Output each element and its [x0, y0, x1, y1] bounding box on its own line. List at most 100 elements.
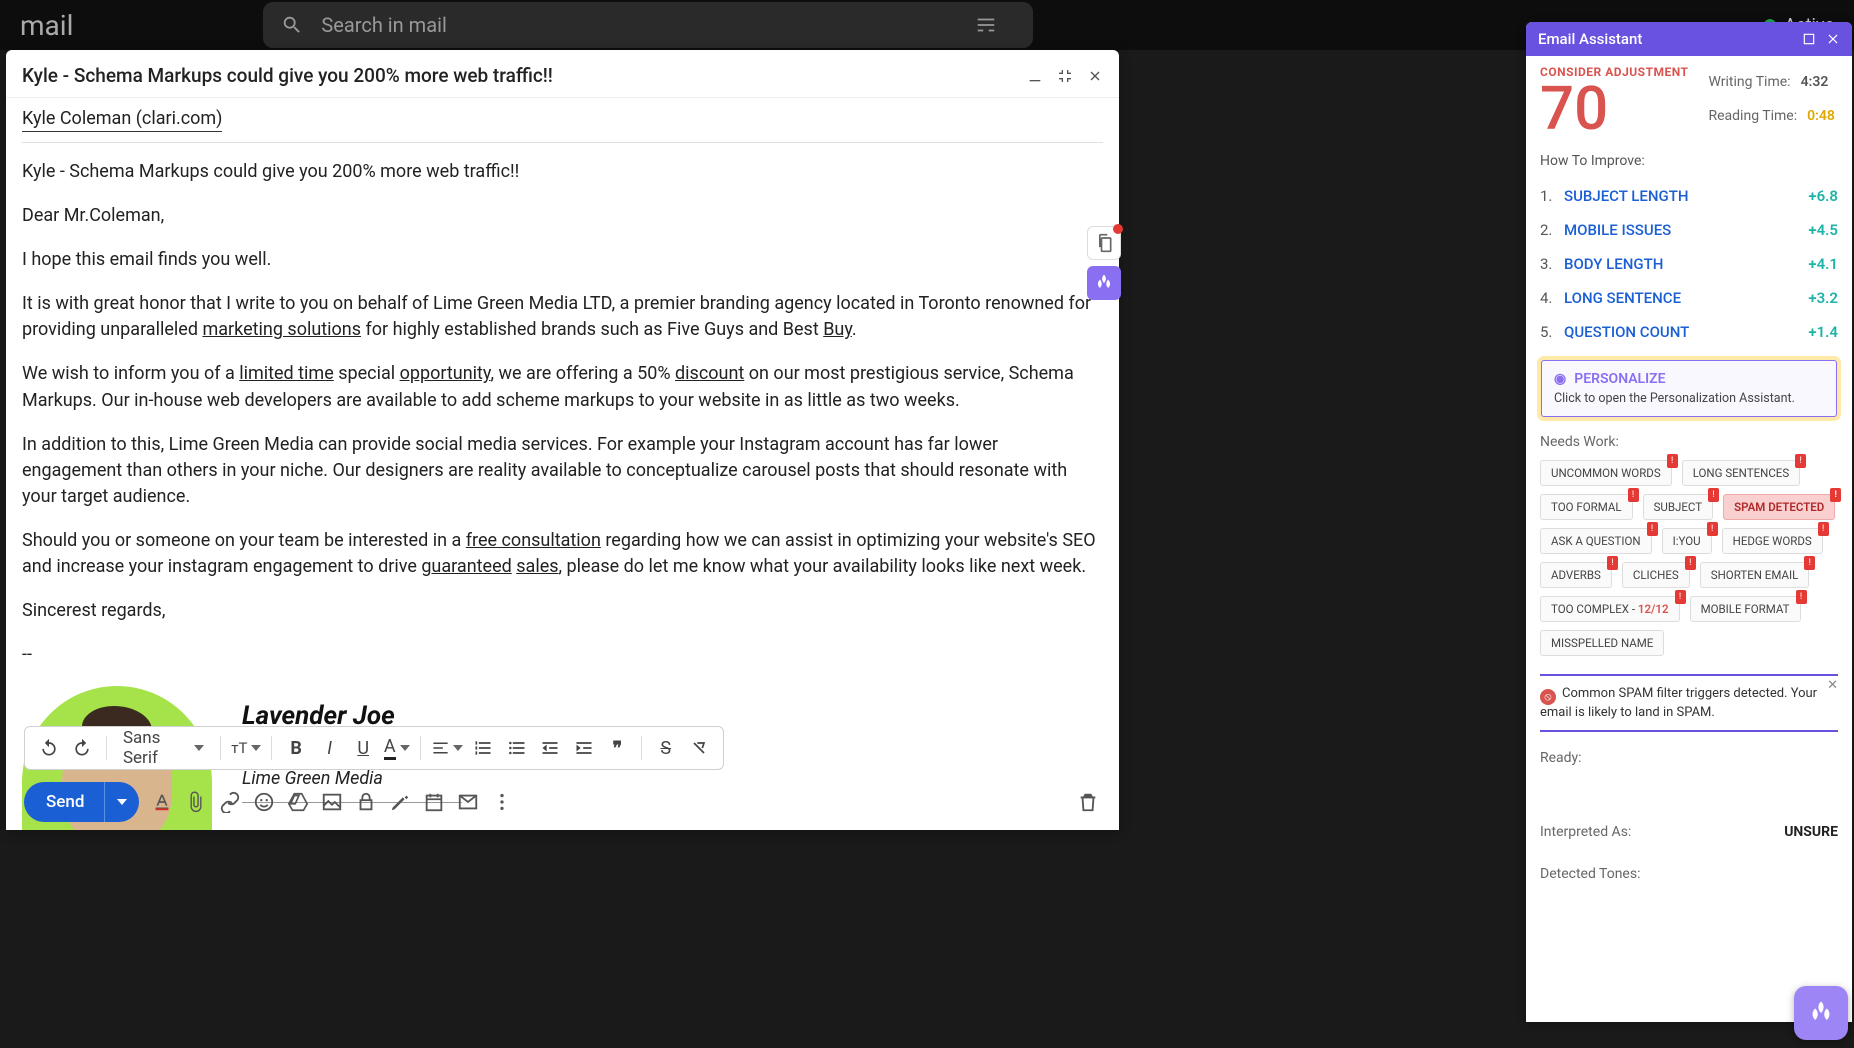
how-to-improve-label: How To Improve: [1540, 153, 1838, 169]
spam-alert: ✕ ⦸Common SPAM filter triggers detected.… [1540, 674, 1838, 732]
flag-icon: ! [1667, 454, 1678, 468]
improve-item[interactable]: 4.LONG SENTENCE+3.2 [1540, 281, 1838, 315]
drive-icon[interactable] [287, 791, 309, 813]
needs-work-chip[interactable]: I:YOU! [1662, 528, 1712, 554]
flag-icon: ! [1708, 488, 1719, 502]
send-options-dropdown[interactable] [104, 782, 139, 822]
signature-icon[interactable] [389, 791, 411, 813]
italic-button[interactable]: I [316, 732, 344, 764]
flag-icon: ! [1628, 488, 1639, 502]
font-select[interactable]: Sans Serif [117, 728, 210, 768]
minimize-icon[interactable] [1027, 68, 1043, 84]
needs-work-chip[interactable]: SPAM DETECTED! [1723, 494, 1835, 520]
trash-icon[interactable] [1077, 791, 1099, 813]
flag-icon: ! [1647, 522, 1658, 536]
numbered-list-button[interactable] [469, 732, 497, 764]
needs-work-chip[interactable]: HEDGE WORDS! [1722, 528, 1823, 554]
align-button[interactable] [431, 732, 463, 764]
improve-item[interactable]: 5.QUESTION COUNT+1.4 [1540, 315, 1838, 349]
close-icon[interactable] [1826, 32, 1840, 46]
needs-work-chip[interactable]: TOO COMPLEX - 12/12! [1540, 596, 1680, 622]
clipboard-button[interactable] [1087, 226, 1121, 260]
strikethrough-button[interactable]: S [652, 732, 680, 764]
improve-item[interactable]: 2.MOBILE ISSUES+4.5 [1540, 213, 1838, 247]
detected-tones-label: Detected Tones: [1540, 866, 1838, 882]
to-field[interactable]: Kyle Coleman (clari.com) [6, 98, 1119, 136]
compose-window: Kyle - Schema Markups could give you 200… [6, 50, 1119, 830]
interpreted-as: Interpreted As: UNSURE [1540, 824, 1838, 840]
needs-work-chip[interactable]: MOBILE FORMAT! [1690, 596, 1801, 622]
reading-time: Reading Time:0:48 [1709, 108, 1835, 124]
chevron-down-icon [117, 799, 127, 805]
confidential-icon[interactable] [355, 791, 377, 813]
bold-button[interactable]: B [282, 732, 310, 764]
search-icon [281, 14, 303, 36]
lavender-icon [1807, 999, 1835, 1027]
close-icon[interactable]: ✕ [1827, 678, 1838, 693]
body-p4: In addition to this, Lime Green Media ca… [22, 432, 1099, 510]
flag-icon: ! [1795, 454, 1806, 468]
popout-icon[interactable] [1802, 32, 1816, 46]
more-icon[interactable] [491, 791, 513, 813]
needs-work-chip[interactable]: SHORTEN EMAIL! [1700, 562, 1810, 588]
needs-work-chip[interactable]: ADVERBS! [1540, 562, 1612, 588]
globe-icon: ◉ [1554, 371, 1566, 387]
needs-work-chip[interactable]: MISSPELLED NAME [1540, 630, 1664, 656]
lavender-fab[interactable] [1794, 986, 1848, 1040]
email-assistant-panel: Email Assistant CONSIDER ADJUSTMENT 70 W… [1526, 22, 1852, 1022]
body-p5: Should you or someone on your team be in… [22, 528, 1099, 580]
improve-item[interactable]: 3.BODY LENGTH+4.1 [1540, 247, 1838, 281]
lavender-icon [1094, 273, 1114, 293]
clear-format-button[interactable] [685, 732, 713, 764]
text-color-button[interactable]: A [383, 732, 411, 764]
indent-more-button[interactable] [570, 732, 598, 764]
needs-work-chips: UNCOMMON WORDS! LONG SENTENCES! TOO FORMAL… [1540, 460, 1838, 656]
flag-icon: ! [1675, 590, 1686, 604]
needs-work-chip[interactable]: CLICHES! [1622, 562, 1690, 588]
flag-icon: ! [1818, 522, 1829, 536]
clipboard-icon [1094, 233, 1114, 253]
personalize-card[interactable]: ◉PERSONALIZE Click to open the Personali… [1540, 359, 1838, 418]
needs-work-chip[interactable]: LONG SENTENCES! [1682, 460, 1801, 486]
flag-icon: ! [1685, 556, 1696, 570]
text-format-icon[interactable] [151, 791, 173, 813]
lavender-button[interactable] [1087, 266, 1121, 300]
stop-icon: ⦸ [1540, 689, 1556, 705]
quote-button[interactable]: ❞ [604, 732, 632, 764]
underline-button[interactable]: U [349, 732, 377, 764]
body-p2: It is with great honor that I write to y… [22, 291, 1099, 343]
recipient-chip[interactable]: Kyle Coleman (clari.com) [22, 108, 222, 132]
link-icon[interactable] [219, 791, 241, 813]
send-button[interactable]: Send [24, 782, 139, 822]
redo-button[interactable] [69, 732, 97, 764]
writing-time: Writing Time:4:32 [1709, 74, 1835, 90]
attach-icon[interactable] [185, 791, 207, 813]
needs-work-chip[interactable]: TOO FORMAL! [1540, 494, 1633, 520]
emoji-icon[interactable] [253, 791, 275, 813]
flag-icon: ! [1707, 522, 1718, 536]
collapse-icon[interactable] [1057, 68, 1073, 84]
improve-item[interactable]: 1.SUBJECT LENGTH+6.8 [1540, 179, 1838, 213]
indent-less-button[interactable] [536, 732, 564, 764]
needs-work-chip[interactable]: ASK A QUESTION! [1540, 528, 1652, 554]
image-icon[interactable] [321, 791, 343, 813]
chevron-down-icon [194, 745, 204, 751]
flag-icon: ! [1804, 556, 1815, 570]
needs-work-chip[interactable]: UNCOMMON WORDS! [1540, 460, 1672, 486]
needs-work-chip[interactable]: SUBJECT! [1643, 494, 1714, 520]
close-icon[interactable] [1087, 68, 1103, 84]
bulleted-list-button[interactable] [503, 732, 531, 764]
undo-button[interactable] [35, 732, 63, 764]
improve-list: 1.SUBJECT LENGTH+6.8 2.MOBILE ISSUES+4.5… [1540, 179, 1838, 349]
schedule-icon[interactable] [423, 791, 445, 813]
send-toolbar: Send [24, 780, 1109, 824]
assistant-body: CONSIDER ADJUSTMENT 70 Writing Time:4:32… [1526, 56, 1852, 1022]
body-p1: I hope this email finds you well. [22, 247, 1099, 273]
tune-icon[interactable] [975, 14, 997, 36]
compose-header: Kyle - Schema Markups could give you 200… [6, 50, 1119, 98]
flag-icon: ! [1796, 590, 1807, 604]
font-size-button[interactable]: тT [231, 732, 261, 764]
assistant-title: Email Assistant [1538, 30, 1642, 48]
search-input[interactable]: Search in mail [263, 2, 1033, 48]
template-icon[interactable] [457, 791, 479, 813]
